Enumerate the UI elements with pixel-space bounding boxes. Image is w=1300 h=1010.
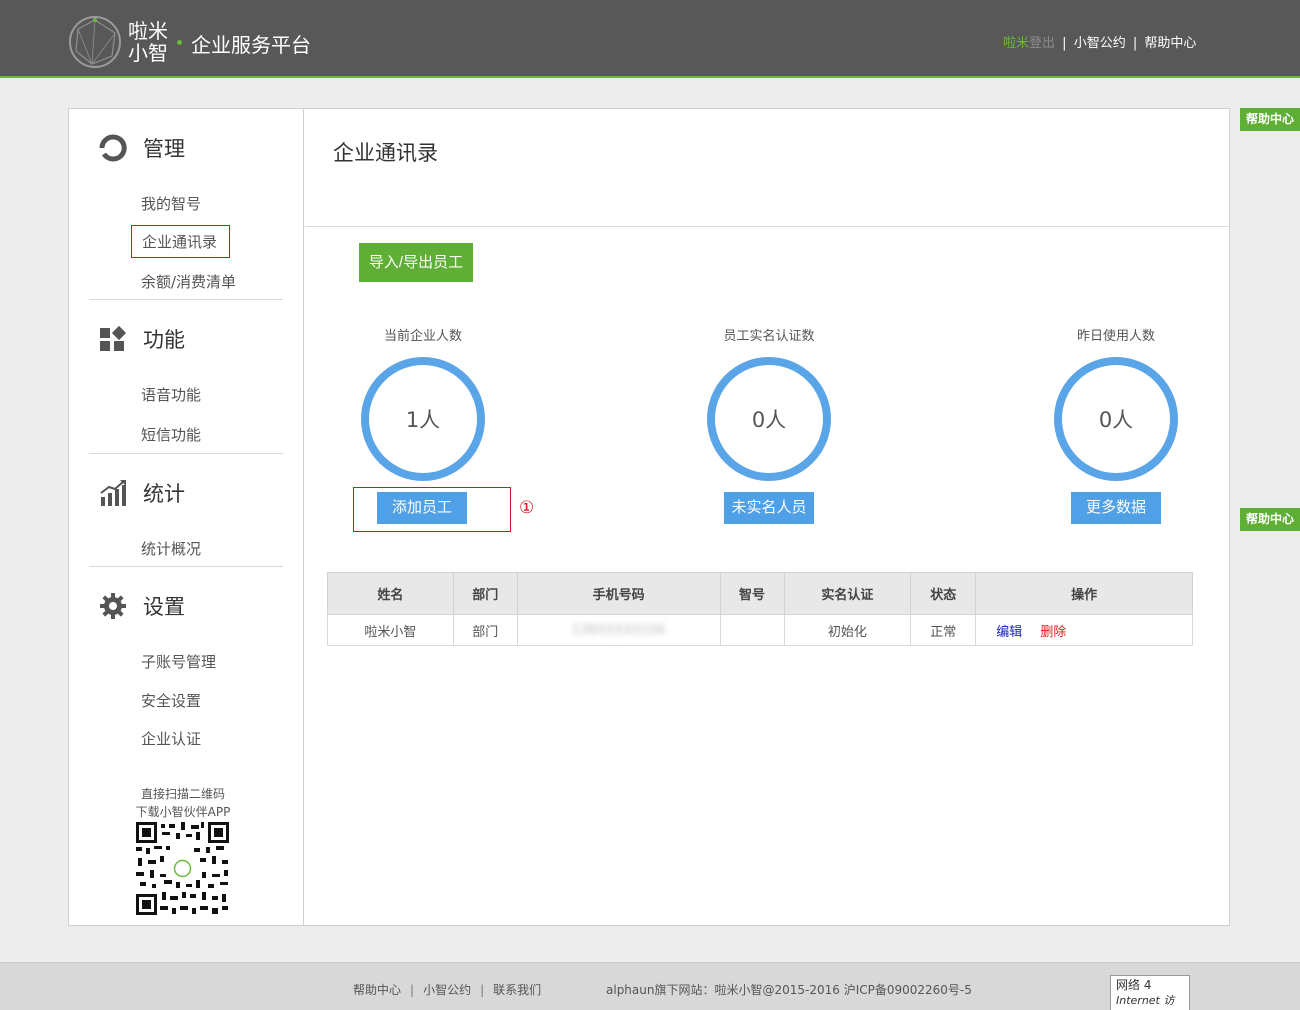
section-title: 功能 bbox=[143, 328, 185, 352]
footer-convention-link[interactable]: 小智公约 bbox=[423, 983, 471, 997]
stat-ring-employees: 1人 bbox=[361, 357, 485, 481]
gear-icon bbox=[100, 593, 126, 619]
convention-link[interactable]: 小智公约 bbox=[1074, 36, 1126, 51]
section-title: 统计 bbox=[143, 482, 185, 506]
help-link[interactable]: 帮助中心 bbox=[1144, 36, 1196, 51]
cell-zhihao bbox=[719, 614, 785, 646]
stat-label-employees: 当前企业人数 bbox=[383, 329, 462, 344]
stat-value: 1人 bbox=[405, 408, 441, 432]
col-header: 姓名 bbox=[327, 572, 454, 615]
col-header: 实名认证 bbox=[783, 572, 912, 615]
main-panel: 管理 我的智号 企业通讯录 余额/消费清单 功能 语音功能 短信功能 统计 统计… bbox=[68, 108, 1230, 926]
function-icon bbox=[100, 325, 127, 351]
stat-ring-verified: 0人 bbox=[707, 357, 831, 481]
sidebar-item-balance[interactable]: 余额/消费清单 bbox=[141, 271, 236, 292]
unverified-button[interactable]: 未实名人员 bbox=[724, 492, 814, 524]
cell-ops: 编辑 删除 bbox=[975, 614, 1193, 646]
section-stats: 统计 bbox=[99, 478, 185, 508]
highlight-box bbox=[353, 487, 511, 532]
footer-help-link[interactable]: 帮助中心 bbox=[353, 983, 401, 997]
section-settings: 设置 bbox=[99, 591, 185, 621]
col-header: 状态 bbox=[910, 572, 977, 615]
divider bbox=[89, 566, 283, 567]
top-header: 啦米 小智 企业服务平台 啦米登出 | 小智公约 | 帮助中心 bbox=[0, 0, 1300, 78]
footer-links: 帮助中心 | 小智公约 | 联系我们 bbox=[353, 983, 542, 997]
col-header: 操作 bbox=[975, 572, 1193, 615]
sidebar-item-my-zhihao[interactable]: 我的智号 bbox=[141, 193, 201, 214]
help-tag[interactable]: 帮助中心 bbox=[1240, 108, 1300, 131]
delete-link[interactable]: 删除 bbox=[1040, 625, 1066, 640]
cell-name: 啦米小智 bbox=[327, 614, 454, 646]
footer-copyright: alphaun旗下网站：啦米小智@2015-2016 沪ICP备09002260… bbox=[606, 983, 972, 997]
section-title: 管理 bbox=[143, 137, 185, 161]
divider bbox=[305, 226, 1230, 227]
stat-label-yesterday: 昨日使用人数 bbox=[1076, 329, 1155, 344]
sidebar: 管理 我的智号 企业通讯录 余额/消费清单 功能 语音功能 短信功能 统计 统计… bbox=[69, 109, 304, 925]
stat-label-verified: 员工实名认证数 bbox=[723, 329, 815, 344]
footer: 帮助中心 | 小智公约 | 联系我们 alphaun旗下网站：啦米小智@2015-201… bbox=[0, 962, 1300, 1010]
logo-icon bbox=[69, 16, 121, 68]
sidebar-item-voice[interactable]: 语音功能 bbox=[141, 384, 201, 405]
table-row: 啦米小智 部门 138XXXX0106 初始化 正常 编辑 删除 bbox=[327, 614, 1193, 646]
col-header: 部门 bbox=[452, 572, 518, 615]
sidebar-item-overview[interactable]: 统计概况 bbox=[141, 538, 201, 559]
manage-icon bbox=[99, 134, 127, 162]
col-header: 智号 bbox=[719, 572, 785, 615]
section-manage: 管理 bbox=[99, 133, 185, 163]
content-area: 企业通讯录 导入/导出员工 当前企业人数 1人 添加员工 ① 员工实名认证数 0… bbox=[305, 109, 1230, 925]
separator: | bbox=[1062, 36, 1067, 51]
employee-table: 姓名 部门 手机号码 智号 实名认证 状态 操作 啦米小智 部门 138XXXX… bbox=[327, 572, 1193, 646]
cell-phone: 138XXXX0106 bbox=[516, 614, 721, 646]
stats-icon bbox=[100, 480, 126, 506]
qr-code-icon[interactable] bbox=[136, 822, 229, 915]
sidebar-item-contacts[interactable]: 企业通讯录 bbox=[131, 225, 231, 258]
stat-value: 0人 bbox=[751, 408, 787, 432]
help-tag[interactable]: 帮助中心 bbox=[1240, 508, 1300, 531]
internet-label: Internet 访问 bbox=[1116, 994, 1175, 1010]
more-data-button[interactable]: 更多数据 bbox=[1071, 492, 1161, 524]
logo-text: 啦米 小智 bbox=[128, 19, 168, 65]
section-function: 功能 bbox=[99, 324, 185, 354]
user-link[interactable]: 啦米 bbox=[1003, 36, 1029, 51]
sidebar-item-security[interactable]: 安全设置 bbox=[141, 690, 201, 711]
logout-link[interactable]: 登出 bbox=[1029, 36, 1055, 51]
cell-auth: 初始化 bbox=[783, 614, 912, 646]
logo-dot bbox=[177, 40, 182, 45]
footer-contact-link[interactable]: 联系我们 bbox=[493, 983, 541, 997]
stat-value: 0人 bbox=[1098, 408, 1134, 432]
section-title: 设置 bbox=[143, 595, 185, 619]
divider bbox=[89, 453, 283, 454]
cell-status: 正常 bbox=[910, 614, 977, 646]
qr-caption: 直接扫描二维码 下载小智伙伴APP bbox=[135, 787, 231, 819]
col-header: 手机号码 bbox=[516, 572, 721, 615]
edit-link[interactable]: 编辑 bbox=[996, 625, 1022, 640]
sidebar-item-verification[interactable]: 企业认证 bbox=[141, 728, 201, 749]
top-links: 啦米登出 | 小智公约 | 帮助中心 bbox=[1003, 32, 1196, 51]
network-label: 网络 4 bbox=[1116, 978, 1152, 992]
annotation-number: ① bbox=[519, 498, 535, 518]
platform-name: 企业服务平台 bbox=[191, 33, 311, 57]
sidebar-item-sms[interactable]: 短信功能 bbox=[141, 424, 201, 445]
import-export-button[interactable]: 导入/导出员工 bbox=[359, 243, 473, 282]
divider bbox=[89, 299, 283, 300]
sidebar-item-sub-accounts[interactable]: 子账号管理 bbox=[141, 651, 216, 672]
cell-dept: 部门 bbox=[452, 614, 518, 646]
stat-ring-yesterday: 0人 bbox=[1054, 357, 1178, 481]
network-widget: 网络 4 Internet 访问 bbox=[1110, 975, 1190, 1010]
table-header-row: 姓名 部门 手机号码 智号 实名认证 状态 操作 bbox=[327, 572, 1193, 615]
separator: | bbox=[1132, 36, 1138, 51]
page-title: 企业通讯录 bbox=[333, 141, 438, 165]
